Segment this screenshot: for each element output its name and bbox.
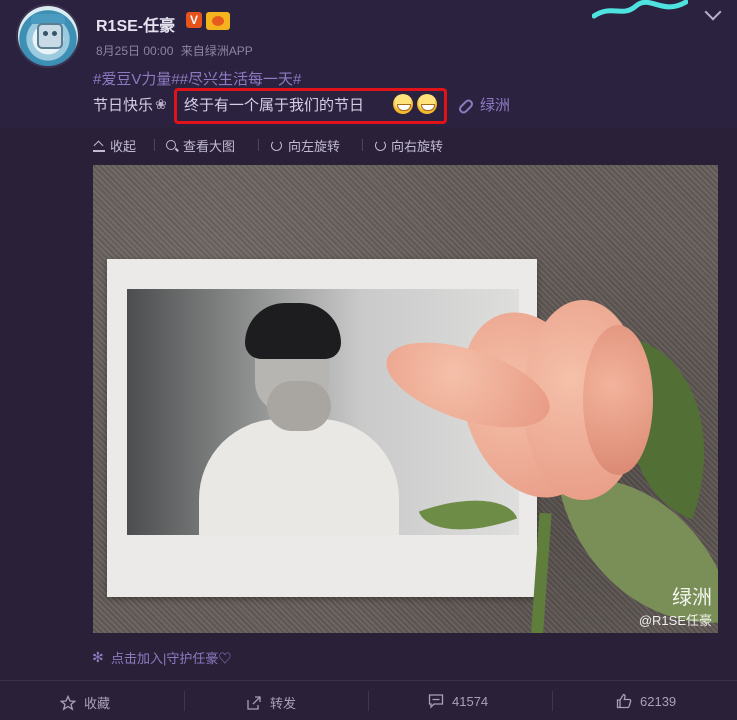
user-avatar[interactable] — [18, 6, 78, 66]
grin-emoji-icon — [393, 94, 413, 114]
oasis-link-label: 绿洲 — [480, 97, 511, 114]
arrow-up-icon — [93, 140, 105, 152]
sparkle-icon — [92, 649, 105, 666]
person-sweater — [199, 419, 399, 535]
watermark-user: @R1SE任豪 — [638, 613, 712, 628]
comment-button[interactable]: 41574 — [428, 693, 488, 709]
grin-emoji-icon — [417, 94, 437, 114]
watermark-brand: 绿洲 — [672, 587, 712, 609]
repost-label: 转发 — [270, 696, 297, 711]
fan-club-label: 点击加入|守护任豪♡ — [111, 651, 232, 666]
rotate-left-icon — [271, 139, 283, 152]
like-count: 62139 — [640, 693, 677, 709]
person-hair — [245, 303, 341, 359]
favorite-button[interactable]: 收藏 — [59, 693, 111, 712]
share-icon — [246, 695, 262, 711]
post-text-start-wrap: 节日快乐 ❀ — [93, 94, 167, 115]
star-icon — [59, 694, 77, 711]
fan-club-link[interactable]: 点击加入|守护任豪♡ — [92, 648, 232, 667]
toolbar-divider — [154, 139, 155, 151]
link-icon — [457, 97, 475, 115]
collapse-button[interactable]: 收起 — [93, 136, 136, 155]
member-crown-icon — [206, 12, 230, 30]
rose-petal — [583, 325, 653, 475]
search-icon — [166, 139, 178, 152]
post-text-highlighted: 终于有一个属于我们的节日 — [184, 97, 365, 114]
post-hashtags[interactable]: #爱豆V力量##尽兴生活每一天# — [93, 68, 301, 89]
view-large-label: 查看大图 — [183, 139, 236, 154]
username[interactable]: R1SE-任豪 — [96, 12, 175, 36]
like-button[interactable]: 62139 — [616, 693, 676, 709]
person-hand — [267, 381, 331, 431]
post-source[interactable]: 绿洲APP — [205, 44, 253, 58]
action-divider — [184, 691, 185, 711]
post-header: R1SE-任豪 V 8月25日 00:00 来自绿洲APP #爱豆V力量##尽兴… — [0, 0, 737, 127]
repost-button[interactable]: 转发 — [246, 693, 296, 712]
toolbar-divider — [258, 139, 259, 151]
favorite-label: 收藏 — [84, 696, 111, 711]
action-divider — [368, 691, 369, 711]
action-divider — [552, 691, 553, 711]
rotate-left-label: 向左旋转 — [288, 139, 341, 154]
avatar-face — [37, 23, 63, 49]
view-large-button[interactable]: 查看大图 — [166, 136, 235, 155]
post-action-bar: 收藏 转发 41574 62139 — [0, 680, 737, 720]
rotate-right-button[interactable]: 向右旋转 — [374, 136, 443, 155]
collapse-label: 收起 — [110, 139, 137, 154]
rotate-right-label: 向右旋转 — [391, 139, 444, 154]
verified-badge-icon: V — [186, 12, 202, 28]
rotate-right-icon — [374, 140, 386, 152]
rotate-left-button[interactable]: 向左旋转 — [271, 136, 340, 155]
oasis-link[interactable]: 绿洲 — [457, 94, 511, 115]
toolbar-divider — [362, 139, 363, 151]
flower-emoji-icon: ❀ — [155, 96, 167, 112]
thumbs-up-icon — [616, 693, 632, 709]
comment-icon — [428, 693, 444, 709]
post-text-start: 节日快乐 — [93, 97, 154, 114]
post-meta: 8月25日 00:00 来自绿洲APP — [96, 42, 257, 59]
post-date: 8月25日 00:00 — [96, 44, 174, 58]
photo-watermark: 绿洲 @R1SE任豪 — [639, 581, 712, 629]
chevron-down-icon[interactable] — [704, 3, 722, 21]
post-source-prefix: 来自 — [180, 44, 205, 58]
comment-count: 41574 — [452, 693, 489, 709]
decorative-scribble-icon — [592, 0, 688, 19]
post-photo[interactable]: 绿洲 @R1SE任豪 — [93, 165, 718, 633]
image-toolbar: 收起 查看大图 向左旋转 向右旋转 — [0, 127, 737, 165]
